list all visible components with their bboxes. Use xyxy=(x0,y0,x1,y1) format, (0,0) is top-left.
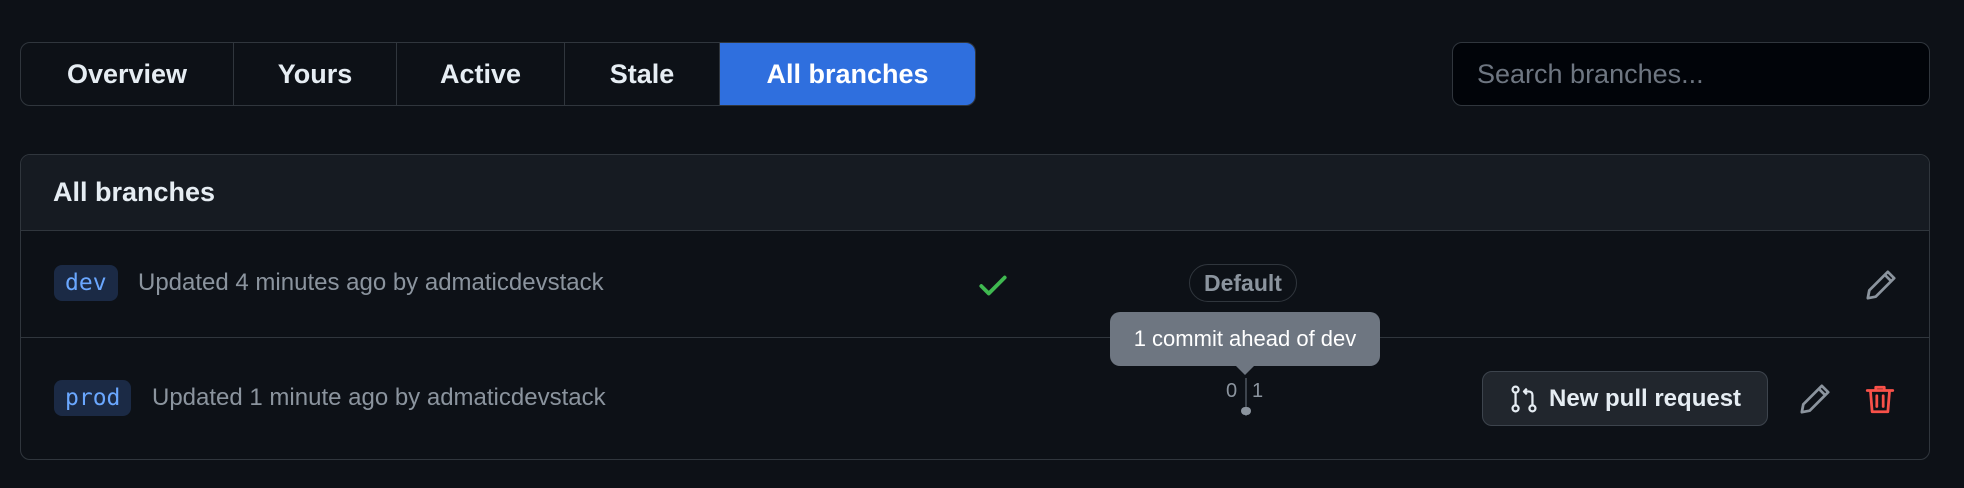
check-icon xyxy=(979,275,1007,296)
tab-stale[interactable]: Stale xyxy=(565,43,720,105)
search-branches-input[interactable] xyxy=(1452,42,1930,106)
panel-title: All branches xyxy=(21,155,1929,231)
tab-overview[interactable]: Overview xyxy=(21,43,234,105)
ahead-behind-tooltip: 1 commit ahead of dev xyxy=(1110,312,1380,375)
git-pull-request-icon xyxy=(1511,384,1537,412)
new-pull-request-label: New pull request xyxy=(1549,384,1742,412)
branch-name-link[interactable]: prod xyxy=(54,380,132,416)
tab-active[interactable]: Active xyxy=(397,43,565,105)
default-badge: Default xyxy=(1189,264,1297,302)
tab-yours[interactable]: Yours xyxy=(234,43,397,105)
branch-filter-tabs: Overview Yours Active Stale All branches xyxy=(20,42,976,106)
branch-updated-text: Updated 1 minute ago by admaticdevstack xyxy=(152,384,606,411)
ahead-count: 1 xyxy=(1252,380,1264,402)
branch-row-dev: dev Updated 4 minutes ago by admaticdevs… xyxy=(21,231,1929,338)
behind-count: 0 xyxy=(1226,380,1238,402)
tab-all-branches[interactable]: All branches xyxy=(720,43,975,105)
ahead-behind-bar[interactable] xyxy=(1241,407,1251,415)
branch-name-link[interactable]: dev xyxy=(54,265,118,301)
trash-icon[interactable] xyxy=(1863,382,1897,416)
pencil-icon[interactable] xyxy=(1798,382,1832,416)
pencil-icon[interactable] xyxy=(1864,268,1898,302)
branch-updated-text: Updated 4 minutes ago by admaticdevstack xyxy=(138,269,604,296)
new-pull-request-button[interactable]: New pull request xyxy=(1482,371,1768,426)
